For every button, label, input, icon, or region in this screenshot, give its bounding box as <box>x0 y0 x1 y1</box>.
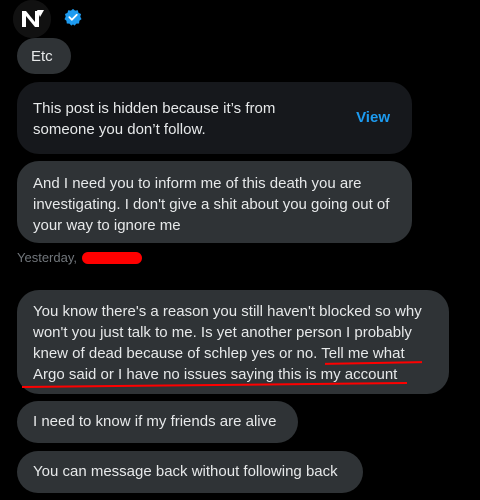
message-text: You know there's a reason you still have… <box>33 303 422 383</box>
avatar[interactable] <box>13 0 51 38</box>
redaction-mark <box>82 252 142 264</box>
hidden-post-text: This post is hidden because it’s from so… <box>33 100 276 138</box>
message-bubble-etc[interactable]: Etc <box>17 38 71 74</box>
message-text: Etc <box>31 48 53 65</box>
conversation-header <box>0 0 480 38</box>
message-bubble-message-back[interactable]: You can message back without following b… <box>17 451 363 493</box>
message-bubble-reason[interactable]: You know there's a reason you still have… <box>17 290 449 394</box>
message-text: And I need you to inform me of this deat… <box>33 175 390 234</box>
message-text: You can message back without following b… <box>33 463 338 480</box>
brand-logo-icon <box>13 0 51 38</box>
message-bubble-inform[interactable]: And I need you to inform me of this deat… <box>17 161 412 243</box>
view-hidden-post-link[interactable]: View <box>356 109 390 126</box>
verified-badge-icon <box>64 8 82 26</box>
message-text: I need to know if my friends are alive <box>33 413 277 430</box>
message-timestamp: Yesterday, <box>17 250 77 265</box>
hidden-post-card: This post is hidden because it’s from so… <box>17 82 412 154</box>
message-bubble-friends[interactable]: I need to know if my friends are alive <box>17 401 298 443</box>
